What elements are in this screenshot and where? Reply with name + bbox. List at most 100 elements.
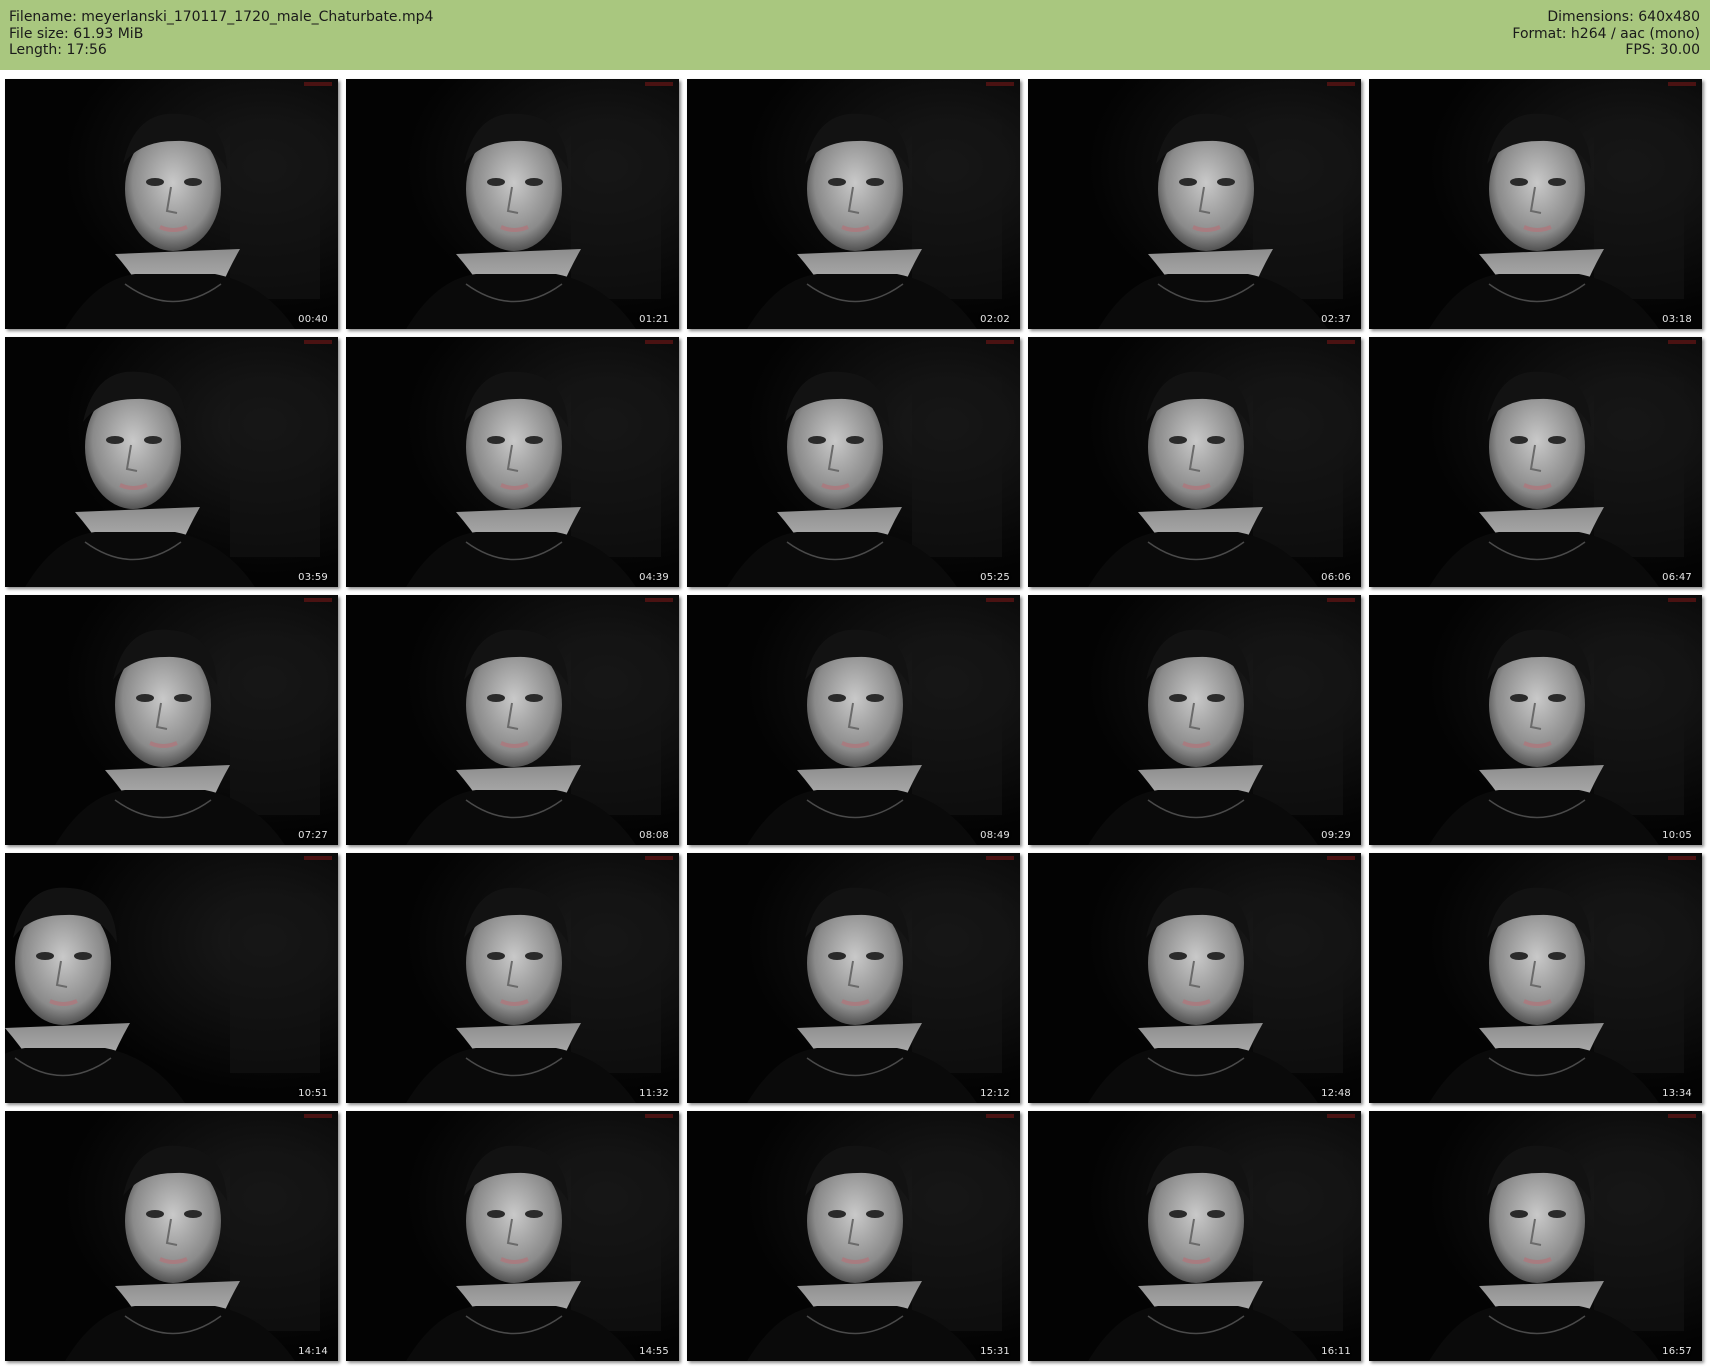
thumbnail-timestamp: 12:48 xyxy=(1321,1088,1351,1099)
watermark-mark xyxy=(1668,1114,1696,1118)
filesize-text: File size: 61.93 MiB xyxy=(9,25,144,42)
webcam-frame-image xyxy=(346,1111,679,1361)
watermark-mark xyxy=(986,340,1014,344)
thumbnail-timestamp: 16:11 xyxy=(1321,1346,1351,1357)
thumbnail-timestamp: 15:31 xyxy=(980,1346,1010,1357)
thumbnail-timestamp: 08:49 xyxy=(980,830,1010,841)
video-thumbnail[interactable]: 01:21 xyxy=(346,79,679,329)
video-thumbnail[interactable]: 06:06 xyxy=(1028,337,1361,587)
video-thumbnail[interactable]: 08:49 xyxy=(687,595,1020,845)
thumbnail-timestamp: 12:12 xyxy=(980,1088,1010,1099)
video-thumbnail[interactable]: 16:57 xyxy=(1369,1111,1702,1361)
webcam-frame-image xyxy=(1028,1111,1361,1361)
watermark-mark xyxy=(1327,340,1355,344)
format-text: Format: h264 / aac (mono) xyxy=(1512,25,1700,42)
thumbnail-timestamp: 10:05 xyxy=(1662,830,1692,841)
video-thumbnail[interactable]: 03:18 xyxy=(1369,79,1702,329)
video-thumbnail[interactable]: 14:14 xyxy=(5,1111,338,1361)
watermark-mark xyxy=(645,856,673,860)
video-thumbnail[interactable]: 15:31 xyxy=(687,1111,1020,1361)
webcam-frame-image xyxy=(5,337,338,587)
thumbnail-timestamp: 08:08 xyxy=(639,830,669,841)
video-thumbnail[interactable]: 11:32 xyxy=(346,853,679,1103)
webcam-frame-image xyxy=(1028,853,1361,1103)
watermark-mark xyxy=(1668,856,1696,860)
thumbnail-timestamp: 14:14 xyxy=(298,1346,328,1357)
watermark-mark xyxy=(645,1114,673,1118)
filename-text: Filename: meyerlanski_170117_1720_male_C… xyxy=(9,9,434,25)
webcam-frame-image xyxy=(687,79,1020,329)
watermark-mark xyxy=(304,856,332,860)
watermark-mark xyxy=(304,598,332,602)
thumbnail-timestamp: 01:21 xyxy=(639,314,669,325)
video-thumbnail[interactable]: 12:48 xyxy=(1028,853,1361,1103)
thumbnail-timestamp: 02:37 xyxy=(1321,314,1351,325)
watermark-mark xyxy=(645,82,673,86)
webcam-frame-image xyxy=(5,1111,338,1361)
video-thumbnail[interactable]: 13:34 xyxy=(1369,853,1702,1103)
video-thumbnail[interactable]: 04:39 xyxy=(346,337,679,587)
thumbnail-timestamp: 16:57 xyxy=(1662,1346,1692,1357)
webcam-frame-image xyxy=(1369,1111,1702,1361)
watermark-mark xyxy=(1327,598,1355,602)
video-thumbnail[interactable]: 09:29 xyxy=(1028,595,1361,845)
watermark-mark xyxy=(1327,82,1355,86)
watermark-mark xyxy=(304,82,332,86)
webcam-frame-image xyxy=(1369,853,1702,1103)
webcam-frame-image xyxy=(1028,79,1361,329)
watermark-mark xyxy=(304,1114,332,1118)
video-thumbnail[interactable]: 16:11 xyxy=(1028,1111,1361,1361)
dimensions-text: Dimensions: 640x480 xyxy=(1547,9,1700,25)
video-thumbnail[interactable]: 03:59 xyxy=(5,337,338,587)
watermark-mark xyxy=(986,82,1014,86)
watermark-mark xyxy=(1327,1114,1355,1118)
webcam-frame-image xyxy=(5,79,338,329)
video-thumbnail[interactable]: 14:55 xyxy=(346,1111,679,1361)
watermark-mark xyxy=(645,340,673,344)
webcam-frame-image xyxy=(5,595,338,845)
watermark-mark xyxy=(986,856,1014,860)
webcam-frame-image xyxy=(687,337,1020,587)
watermark-mark xyxy=(986,598,1014,602)
thumbnail-timestamp: 11:32 xyxy=(639,1088,669,1099)
watermark-mark xyxy=(1668,340,1696,344)
video-thumbnail[interactable]: 10:05 xyxy=(1369,595,1702,845)
video-thumbnail[interactable]: 12:12 xyxy=(687,853,1020,1103)
thumbnail-timestamp: 06:06 xyxy=(1321,572,1351,583)
thumbnail-grid: 00:40 01:21 02:02 02:37 03:18 03:59 04:39 05:25… xyxy=(5,79,1705,1361)
watermark-mark xyxy=(1668,598,1696,602)
watermark-mark xyxy=(1327,856,1355,860)
webcam-frame-image xyxy=(346,595,679,845)
thumbnail-timestamp: 07:27 xyxy=(298,830,328,841)
video-thumbnail[interactable]: 10:51 xyxy=(5,853,338,1103)
file-info: Filename: meyerlanski_170117_1720_male_C… xyxy=(9,9,433,59)
thumbnail-timestamp: 06:47 xyxy=(1662,572,1692,583)
video-thumbnail[interactable]: 02:02 xyxy=(687,79,1020,329)
webcam-frame-image xyxy=(5,853,338,1103)
thumbnail-timestamp: 14:55 xyxy=(639,1346,669,1357)
webcam-frame-image xyxy=(346,853,679,1103)
watermark-mark xyxy=(304,340,332,344)
watermark-mark xyxy=(645,598,673,602)
thumbnail-timestamp: 05:25 xyxy=(980,572,1010,583)
video-thumbnail[interactable]: 02:37 xyxy=(1028,79,1361,329)
webcam-frame-image xyxy=(1369,337,1702,587)
info-header: Filename: meyerlanski_170117_1720_male_C… xyxy=(0,0,1710,70)
thumbnail-timestamp: 03:59 xyxy=(298,572,328,583)
watermark-mark xyxy=(986,1114,1014,1118)
video-thumbnail[interactable]: 06:47 xyxy=(1369,337,1702,587)
thumbnail-timestamp: 09:29 xyxy=(1321,830,1351,841)
video-thumbnail[interactable]: 08:08 xyxy=(346,595,679,845)
thumbnail-timestamp: 13:34 xyxy=(1662,1088,1692,1099)
video-thumbnail[interactable]: 05:25 xyxy=(687,337,1020,587)
webcam-frame-image xyxy=(1028,337,1361,587)
webcam-frame-image xyxy=(687,1111,1020,1361)
webcam-frame-image xyxy=(1028,595,1361,845)
video-thumbnail[interactable]: 00:40 xyxy=(5,79,338,329)
webcam-frame-image xyxy=(1369,595,1702,845)
fps-text: FPS: 30.00 xyxy=(1625,42,1700,58)
webcam-frame-image xyxy=(1369,79,1702,329)
video-thumbnail[interactable]: 07:27 xyxy=(5,595,338,845)
stream-info: Dimensions: 640x480 Format: h264 / aac (… xyxy=(1512,9,1700,59)
thumbnail-timestamp: 04:39 xyxy=(639,572,669,583)
